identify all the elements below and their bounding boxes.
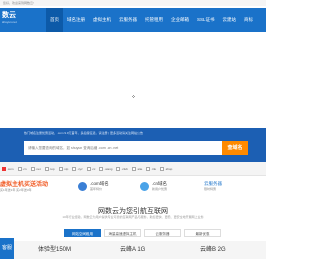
loading-spinner-icon [132, 95, 135, 98]
main-nav: 数云 shuyun.net 首页 域名注册 虚拟主机 云服务器 托管租用 企业邮… [0, 8, 266, 32]
checkbox-icon[interactable] [159, 166, 164, 171]
tld-option[interactable]: .top [44, 166, 55, 171]
promo-card-com[interactable]: .com域名 首年特价 [78, 178, 109, 194]
nav-item-hosting[interactable]: 虚拟主机 [89, 8, 115, 32]
promo-card-sub: 限时特惠 [204, 187, 217, 191]
checkbox-icon[interactable] [116, 166, 121, 171]
checkbox-icon[interactable] [146, 166, 151, 171]
promo-sub: 买1年送1年 买2年送3年 [0, 188, 32, 192]
section-subtitle: 10年行业经验，网数云为用户提供专业可靠的互联网产品与服务，助您更快、更稳、更安… [62, 215, 204, 219]
globe-icon [140, 181, 149, 191]
tld-option[interactable]: .cn [17, 166, 27, 171]
tab-cloud-server[interactable]: 云服务器 [144, 229, 181, 237]
tld-option[interactable]: .vip [58, 166, 68, 171]
checkbox-icon[interactable] [58, 166, 63, 171]
checkbox-icon[interactable] [17, 166, 22, 171]
tld-option[interactable]: .wang [99, 166, 112, 171]
promo-card-cloud[interactable]: 云服务器 限时特惠 [204, 178, 222, 194]
top-utility-bar: 您好，欢迎来到网数云! [0, 0, 266, 6]
checkbox-icon[interactable] [30, 166, 35, 171]
hero-banner [0, 32, 266, 128]
promo-card-sub: 首年特价 [90, 187, 103, 191]
tab-virtual-hosting[interactable]: 海量高速虚拟主机 [104, 229, 141, 237]
checkbox-icon[interactable] [72, 166, 77, 171]
tld-option[interactable]: .club [116, 166, 128, 171]
welcome-text: 您好，欢迎来到网数云! [3, 1, 34, 5]
product-item[interactable]: 体验型150M [38, 244, 71, 253]
promo-card-cn[interactable]: .cn域名 新用户优惠 [140, 178, 167, 194]
nav-item-trademark[interactable]: 商标 [240, 8, 257, 32]
tld-checkbox-bar: .com .cn .net .top .vip .xyz .cc .wang .… [0, 162, 266, 176]
nav-item-domain[interactable]: 域名注册 [63, 8, 89, 32]
tab-hosting-rental[interactable]: 网站空间租用 [64, 229, 101, 237]
nav-item-site-builder[interactable]: 云建站 [219, 8, 241, 32]
logo-name: 数云 [2, 12, 16, 19]
tld-option[interactable]: .shop [159, 166, 172, 171]
product-item[interactable]: 云峰B 2G [200, 244, 226, 253]
checkbox-icon[interactable] [2, 166, 6, 171]
search-notice: 热门域名注册优惠活动，.com 9.9元首年，多后缀任选，请注册 | 更多活动请… [24, 131, 143, 135]
tld-option[interactable]: .net [30, 166, 41, 171]
tld-option[interactable]: .ink [146, 166, 156, 171]
nav-item-cloud-server[interactable]: 云服务器 [115, 8, 141, 32]
tld-option[interactable]: .com [2, 166, 14, 171]
nav-item-colocation[interactable]: 托管租用 [141, 8, 167, 32]
logo-domain: shuyun.net [2, 20, 17, 24]
nav-item-ssl[interactable]: SSL证书 [193, 8, 219, 32]
checkbox-icon[interactable] [86, 166, 91, 171]
nav-items: 首页 域名注册 虚拟主机 云服务器 托管租用 企业邮箱 SSL证书 云建站 商标 [46, 8, 257, 32]
chat-support-button[interactable]: 客服 [0, 238, 14, 259]
promo-card-sub: 新用户优惠 [152, 187, 168, 191]
promo-hosting[interactable]: 虚拟主机买送活动 买1年送1年 买2年送3年 [0, 176, 56, 194]
globe-icon [78, 181, 87, 191]
promo-title: 虚拟主机买送活动 [0, 182, 49, 188]
nav-item-home[interactable]: 首页 [46, 8, 63, 32]
search-domain-button[interactable]: 查域名 [222, 141, 248, 155]
tld-option[interactable]: .cc [86, 166, 95, 171]
checkbox-icon[interactable] [44, 166, 49, 171]
site-logo[interactable]: 数云 shuyun.net [2, 12, 17, 24]
tld-option[interactable]: .xyz [72, 166, 83, 171]
tab-latest-offers[interactable]: 最新优惠 [184, 229, 221, 237]
nav-item-email[interactable]: 企业邮箱 [167, 8, 193, 32]
product-tabs: 网站空间租用 海量高速虚拟主机 云服务器 最新优惠 [64, 229, 224, 237]
checkbox-icon[interactable] [99, 166, 104, 171]
domain-search-input[interactable] [24, 141, 222, 155]
tld-option[interactable]: .site [131, 166, 142, 171]
product-item[interactable]: 云峰A 1G [120, 244, 145, 253]
checkbox-icon[interactable] [131, 166, 136, 171]
